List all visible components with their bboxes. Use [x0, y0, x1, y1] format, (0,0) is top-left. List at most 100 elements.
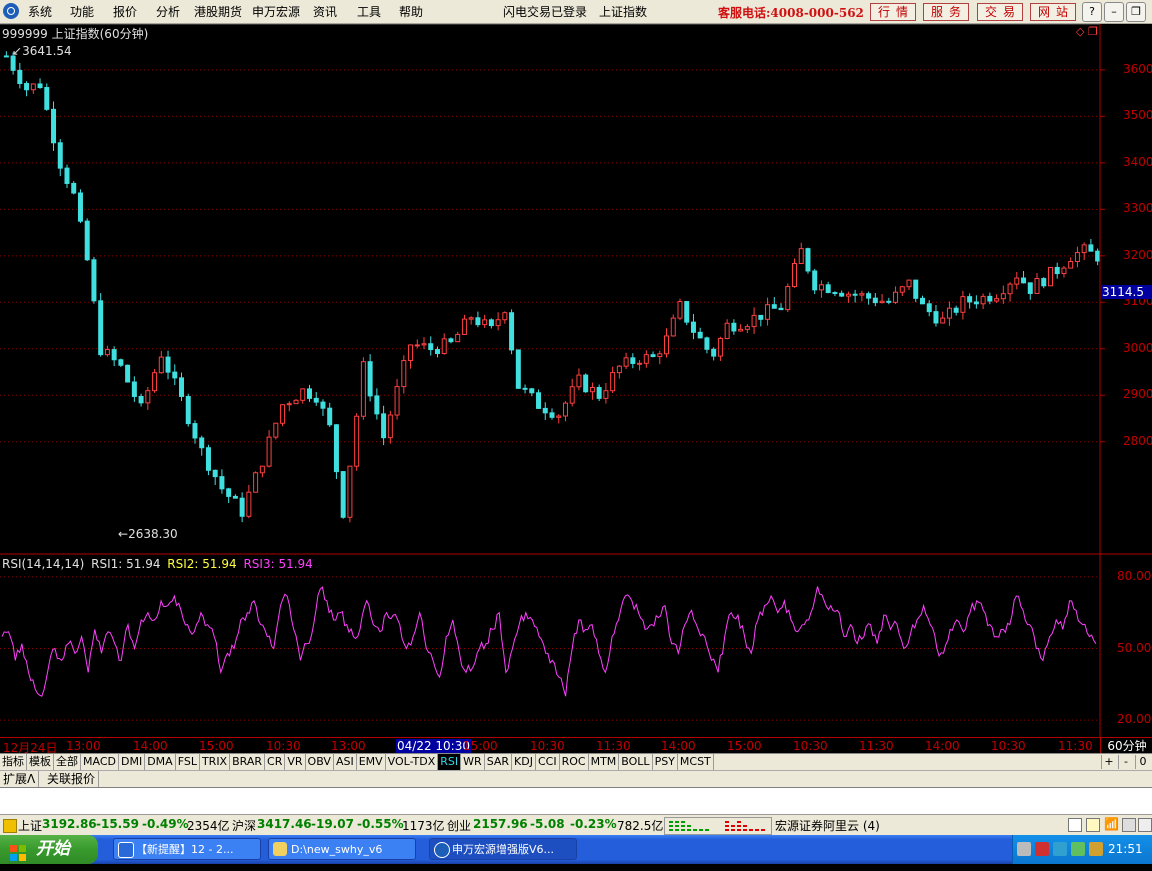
period-selector[interactable]: 60分钟	[1100, 737, 1152, 754]
app-logo-icon[interactable]	[3, 3, 19, 19]
candle	[919, 295, 925, 305]
menu-hk-futures[interactable]: 港股期货	[194, 3, 242, 20]
task-swhy-app[interactable]: 申万宏源增强版V6...	[429, 838, 577, 860]
tray-expand-icon[interactable]	[1017, 842, 1031, 856]
tray-volume-icon[interactable]	[1071, 842, 1085, 856]
maximize-pane-icon[interactable]: ❐	[1088, 25, 1098, 38]
hs-label[interactable]: 沪深	[232, 817, 256, 834]
tab-related-quotes[interactable]: 关联报价	[44, 771, 100, 787]
candle	[414, 339, 420, 349]
time-axis-label: 11:30	[596, 739, 631, 753]
candle	[306, 384, 312, 402]
indicator-tab-macd[interactable]: MACD	[81, 754, 119, 770]
candle	[441, 333, 447, 355]
volume-meter	[664, 817, 772, 835]
candle	[320, 399, 326, 416]
restore-icon[interactable]: ❐	[1126, 2, 1146, 22]
time-axis: 12月24日 13:00 14:00 15:00 10:30 13:00 04/22 10:…	[0, 737, 1100, 755]
task-browser[interactable]: 【新提醒】12 - 2...	[113, 838, 261, 860]
lock-icon[interactable]	[1122, 818, 1136, 832]
start-button[interactable]: 开始	[0, 835, 98, 864]
candle	[690, 313, 696, 340]
note-icon[interactable]	[1086, 818, 1100, 832]
candle	[677, 298, 683, 321]
candle	[798, 242, 804, 265]
clock[interactable]: 21:51	[1108, 842, 1143, 856]
candle	[185, 393, 191, 427]
tray-security-icon[interactable]	[1089, 842, 1103, 856]
indicator-tab-cr[interactable]: CR	[265, 754, 286, 770]
tab-website[interactable]: 网站	[1030, 3, 1076, 21]
candle	[293, 398, 299, 405]
indicator-tab-rsi[interactable]: RSI	[438, 754, 462, 770]
time-axis-label: 11:30	[859, 739, 894, 753]
indicator-tab-asi[interactable]: ASI	[334, 754, 357, 770]
candle	[926, 300, 932, 317]
indicator-tab-全部[interactable]: 全部	[54, 754, 81, 770]
server-name[interactable]: 宏源证券阿里云 (4)	[775, 817, 880, 834]
indicator-tab-vol-tdx[interactable]: VOL-TDX	[386, 754, 439, 770]
indicator-tab-mcst[interactable]: MCST	[678, 754, 714, 770]
cy-label[interactable]: 创业	[447, 817, 471, 834]
menu-quote[interactable]: 报价	[113, 3, 137, 20]
menu-analysis[interactable]: 分析	[156, 3, 180, 20]
help-icon[interactable]: ?	[1082, 2, 1102, 22]
candle	[616, 365, 622, 379]
tray-app-icon[interactable]	[1035, 842, 1049, 856]
candle	[205, 444, 211, 476]
indicator-tab-brar[interactable]: BRAR	[230, 754, 266, 770]
indicator-tab-obv[interactable]: OBV	[306, 754, 334, 770]
sh-label[interactable]: 上证	[18, 817, 42, 834]
menu-help[interactable]: 帮助	[399, 3, 423, 20]
indicator-tab-psy[interactable]: PSY	[653, 754, 678, 770]
indicator-tab-boll[interactable]: BOLL	[619, 754, 653, 770]
indicator-tab-emv[interactable]: EMV	[357, 754, 386, 770]
indicator-tab-vr[interactable]: VR	[285, 754, 306, 770]
menu-swhy[interactable]: 申万宏源	[252, 3, 300, 20]
menu-system[interactable]: 系统	[28, 3, 52, 20]
zoom-out-button[interactable]: -	[1118, 755, 1133, 769]
status-bar: 上证 3192.86 -15.59 -0.49% 2354亿 沪深 3417.4…	[0, 814, 1152, 836]
indicator-tab-模板[interactable]: 模板	[27, 754, 54, 770]
zoom-reset-button[interactable]: 0	[1135, 755, 1150, 769]
task-folder[interactable]: D:\new_swhy_v6	[268, 838, 416, 860]
zoom-in-button[interactable]: +	[1101, 755, 1116, 769]
cy-amount: 782.5亿	[617, 819, 664, 833]
settings-icon[interactable]	[1138, 818, 1152, 832]
indicator-tab-指标[interactable]: 指标	[0, 754, 27, 770]
time-axis-label: 14:00	[925, 739, 960, 753]
minimize-icon[interactable]: –	[1104, 2, 1124, 22]
menu-news[interactable]: 资讯	[313, 3, 337, 20]
indicator-tab-mtm[interactable]: MTM	[589, 754, 620, 770]
indicator-tab-cci[interactable]: CCI	[536, 754, 560, 770]
indicator-tab-fsl[interactable]: FSL	[176, 754, 200, 770]
cy-pct: -0.23%	[570, 817, 617, 831]
menu-function[interactable]: 功能	[70, 3, 94, 20]
candle	[461, 314, 467, 335]
tab-market[interactable]: 行情	[870, 3, 916, 21]
candle	[792, 258, 798, 288]
indicator-tab-trix[interactable]: TRIX	[200, 754, 231, 770]
tray-network-icon[interactable]	[1053, 842, 1067, 856]
indicator-tab-dma[interactable]: DMA	[145, 754, 176, 770]
candle	[266, 430, 272, 468]
tab-service[interactable]: 服务	[923, 3, 969, 21]
candle	[738, 324, 744, 332]
indicator-tab-sar[interactable]: SAR	[485, 754, 513, 770]
menu-tools[interactable]: 工具	[357, 3, 381, 20]
indicator-tab-roc[interactable]: ROC	[560, 754, 589, 770]
candle	[994, 294, 1000, 304]
indicator-tab-wr[interactable]: WR	[461, 754, 485, 770]
layout-icon[interactable]	[1068, 818, 1082, 832]
signal-icon[interactable]: 📶	[1104, 817, 1119, 831]
tab-extension[interactable]: 扩展Λ	[0, 771, 40, 787]
indicator-tab-kdj[interactable]: KDJ	[512, 754, 536, 770]
diamond-icon[interactable]: ◇	[1076, 25, 1084, 38]
chart-svg[interactable]	[0, 24, 1152, 737]
indicator-tab-dmi[interactable]: DMI	[119, 754, 146, 770]
candle	[899, 285, 905, 296]
tab-trade[interactable]: 交易	[977, 3, 1023, 21]
chart-area[interactable]: 999999 上证指数(60分钟) ◇ ❐ ↙3641.54 ←2638.30 …	[0, 24, 1152, 737]
candle	[239, 492, 245, 523]
candle	[542, 402, 548, 420]
